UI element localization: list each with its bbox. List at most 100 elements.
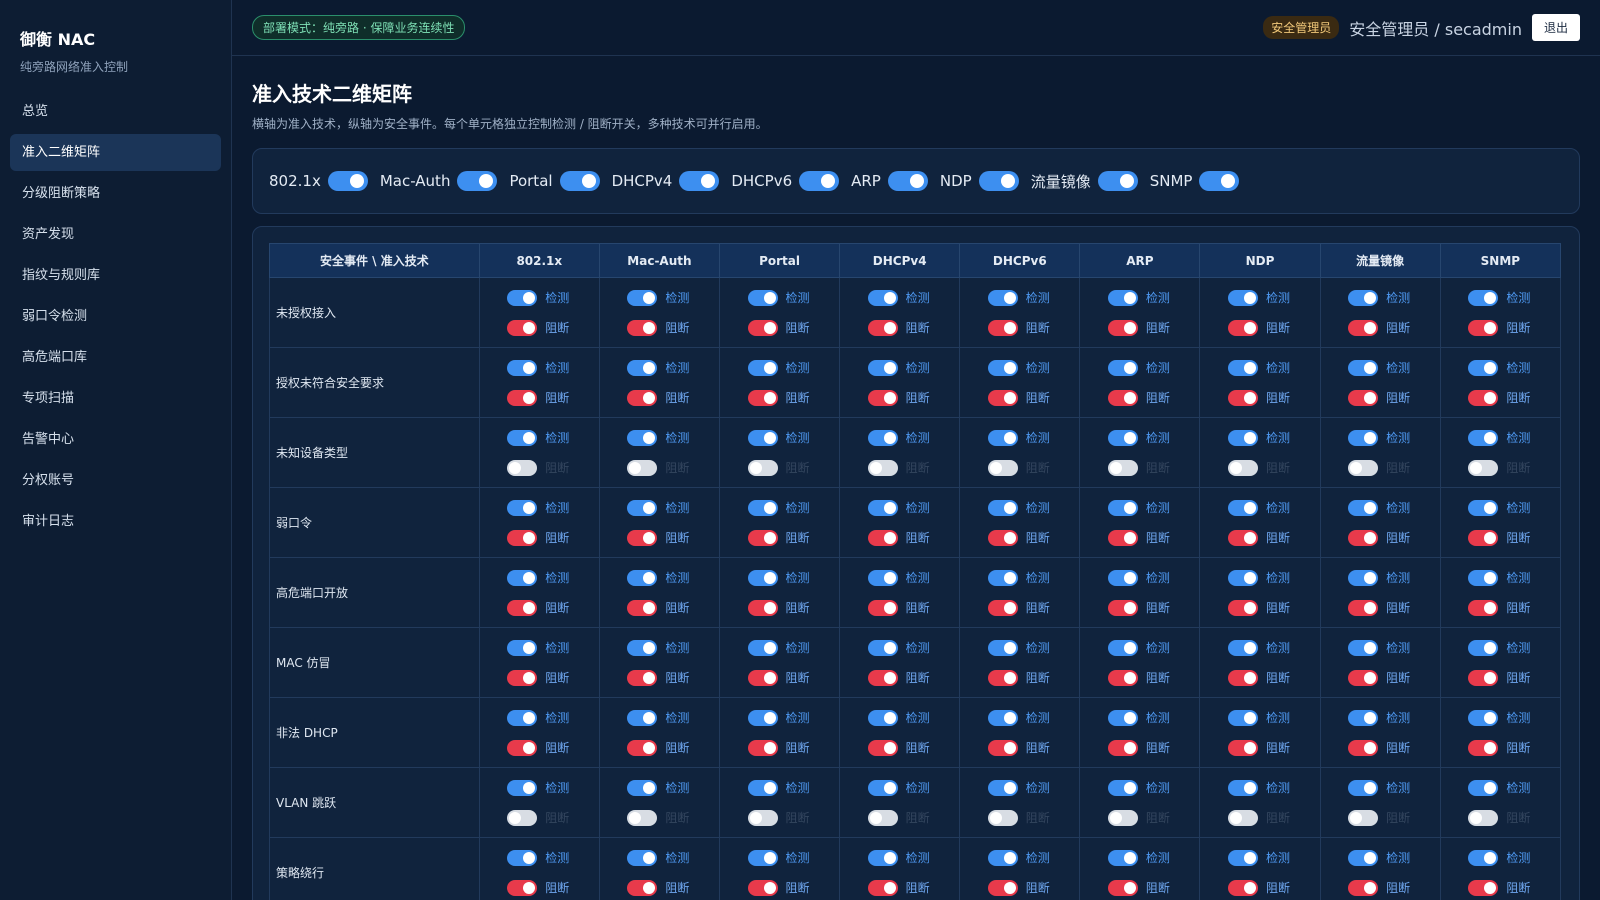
block-toggle[interactable] — [1348, 529, 1379, 546]
detect-toggle[interactable] — [627, 359, 658, 376]
block-toggle[interactable] — [867, 809, 898, 826]
technology-toggle[interactable] — [457, 171, 498, 191]
block-toggle[interactable] — [507, 879, 538, 896]
detect-toggle[interactable] — [1348, 639, 1379, 656]
detect-toggle[interactable] — [1468, 569, 1499, 586]
block-toggle[interactable] — [1107, 599, 1138, 616]
detect-toggle[interactable] — [627, 289, 658, 306]
detect-toggle[interactable] — [1107, 429, 1138, 446]
sidebar-item[interactable]: 专项扫描 — [10, 380, 221, 417]
detect-toggle[interactable] — [627, 709, 658, 726]
block-toggle[interactable] — [867, 319, 898, 336]
block-toggle[interactable] — [1107, 669, 1138, 686]
detect-toggle[interactable] — [867, 779, 898, 796]
block-toggle[interactable] — [747, 459, 778, 476]
block-toggle[interactable] — [1468, 809, 1499, 826]
block-toggle[interactable] — [747, 669, 778, 686]
detect-toggle[interactable] — [987, 289, 1018, 306]
technology-toggle[interactable] — [1199, 171, 1240, 191]
block-toggle[interactable] — [987, 389, 1018, 406]
block-toggle[interactable] — [747, 739, 778, 756]
technology-toggle[interactable] — [799, 171, 840, 191]
detect-toggle[interactable] — [507, 639, 538, 656]
detect-toggle[interactable] — [1107, 289, 1138, 306]
detect-toggle[interactable] — [867, 849, 898, 866]
detect-toggle[interactable] — [1228, 779, 1259, 796]
block-toggle[interactable] — [1468, 529, 1499, 546]
block-toggle[interactable] — [747, 319, 778, 336]
detect-toggle[interactable] — [507, 569, 538, 586]
detect-toggle[interactable] — [1228, 709, 1259, 726]
block-toggle[interactable] — [1228, 319, 1259, 336]
block-toggle[interactable] — [507, 669, 538, 686]
block-toggle[interactable] — [1468, 879, 1499, 896]
detect-toggle[interactable] — [1107, 779, 1138, 796]
detect-toggle[interactable] — [747, 709, 778, 726]
block-toggle[interactable] — [627, 319, 658, 336]
block-toggle[interactable] — [747, 809, 778, 826]
block-toggle[interactable] — [1107, 459, 1138, 476]
sidebar-item[interactable]: 分级阻断策略 — [10, 175, 221, 212]
block-toggle[interactable] — [1107, 389, 1138, 406]
technology-toggle[interactable] — [327, 171, 368, 191]
sidebar-item[interactable]: 资产发现 — [10, 216, 221, 253]
detect-toggle[interactable] — [1228, 849, 1259, 866]
block-toggle[interactable] — [1228, 389, 1259, 406]
detect-toggle[interactable] — [1228, 359, 1259, 376]
detect-toggle[interactable] — [987, 359, 1018, 376]
block-toggle[interactable] — [1348, 669, 1379, 686]
detect-toggle[interactable] — [627, 849, 658, 866]
sidebar-item[interactable]: 指纹与规则库 — [10, 257, 221, 294]
detect-toggle[interactable] — [987, 639, 1018, 656]
block-toggle[interactable] — [1348, 389, 1379, 406]
detect-toggle[interactable] — [747, 779, 778, 796]
block-toggle[interactable] — [1228, 809, 1259, 826]
sidebar-item[interactable]: 审计日志 — [10, 503, 221, 540]
detect-toggle[interactable] — [1107, 359, 1138, 376]
block-toggle[interactable] — [747, 599, 778, 616]
detect-toggle[interactable] — [1228, 639, 1259, 656]
block-toggle[interactable] — [867, 389, 898, 406]
block-toggle[interactable] — [507, 529, 538, 546]
detect-toggle[interactable] — [1348, 849, 1379, 866]
detect-toggle[interactable] — [867, 569, 898, 586]
detect-toggle[interactable] — [627, 429, 658, 446]
sidebar-item[interactable]: 准入二维矩阵 — [10, 134, 221, 171]
block-toggle[interactable] — [867, 459, 898, 476]
block-toggle[interactable] — [1348, 879, 1379, 896]
block-toggle[interactable] — [1468, 389, 1499, 406]
block-toggle[interactable] — [507, 739, 538, 756]
block-toggle[interactable] — [1348, 459, 1379, 476]
detect-toggle[interactable] — [987, 709, 1018, 726]
block-toggle[interactable] — [987, 669, 1018, 686]
block-toggle[interactable] — [627, 669, 658, 686]
block-toggle[interactable] — [1228, 739, 1259, 756]
detect-toggle[interactable] — [1228, 289, 1259, 306]
block-toggle[interactable] — [627, 389, 658, 406]
detect-toggle[interactable] — [867, 639, 898, 656]
detect-toggle[interactable] — [627, 569, 658, 586]
block-toggle[interactable] — [1228, 529, 1259, 546]
detect-toggle[interactable] — [507, 849, 538, 866]
block-toggle[interactable] — [987, 459, 1018, 476]
detect-toggle[interactable] — [1468, 709, 1499, 726]
technology-toggle[interactable] — [559, 171, 600, 191]
detect-toggle[interactable] — [987, 429, 1018, 446]
detect-toggle[interactable] — [747, 359, 778, 376]
block-toggle[interactable] — [1468, 669, 1499, 686]
detect-toggle[interactable] — [1348, 779, 1379, 796]
detect-toggle[interactable] — [747, 569, 778, 586]
detect-toggle[interactable] — [1107, 709, 1138, 726]
block-toggle[interactable] — [507, 319, 538, 336]
detect-toggle[interactable] — [507, 709, 538, 726]
detect-toggle[interactable] — [747, 499, 778, 516]
detect-toggle[interactable] — [747, 849, 778, 866]
detect-toggle[interactable] — [627, 639, 658, 656]
detect-toggle[interactable] — [1107, 849, 1138, 866]
block-toggle[interactable] — [507, 599, 538, 616]
block-toggle[interactable] — [1107, 879, 1138, 896]
detect-toggle[interactable] — [987, 849, 1018, 866]
block-toggle[interactable] — [1228, 879, 1259, 896]
block-toggle[interactable] — [1468, 739, 1499, 756]
block-toggle[interactable] — [627, 599, 658, 616]
